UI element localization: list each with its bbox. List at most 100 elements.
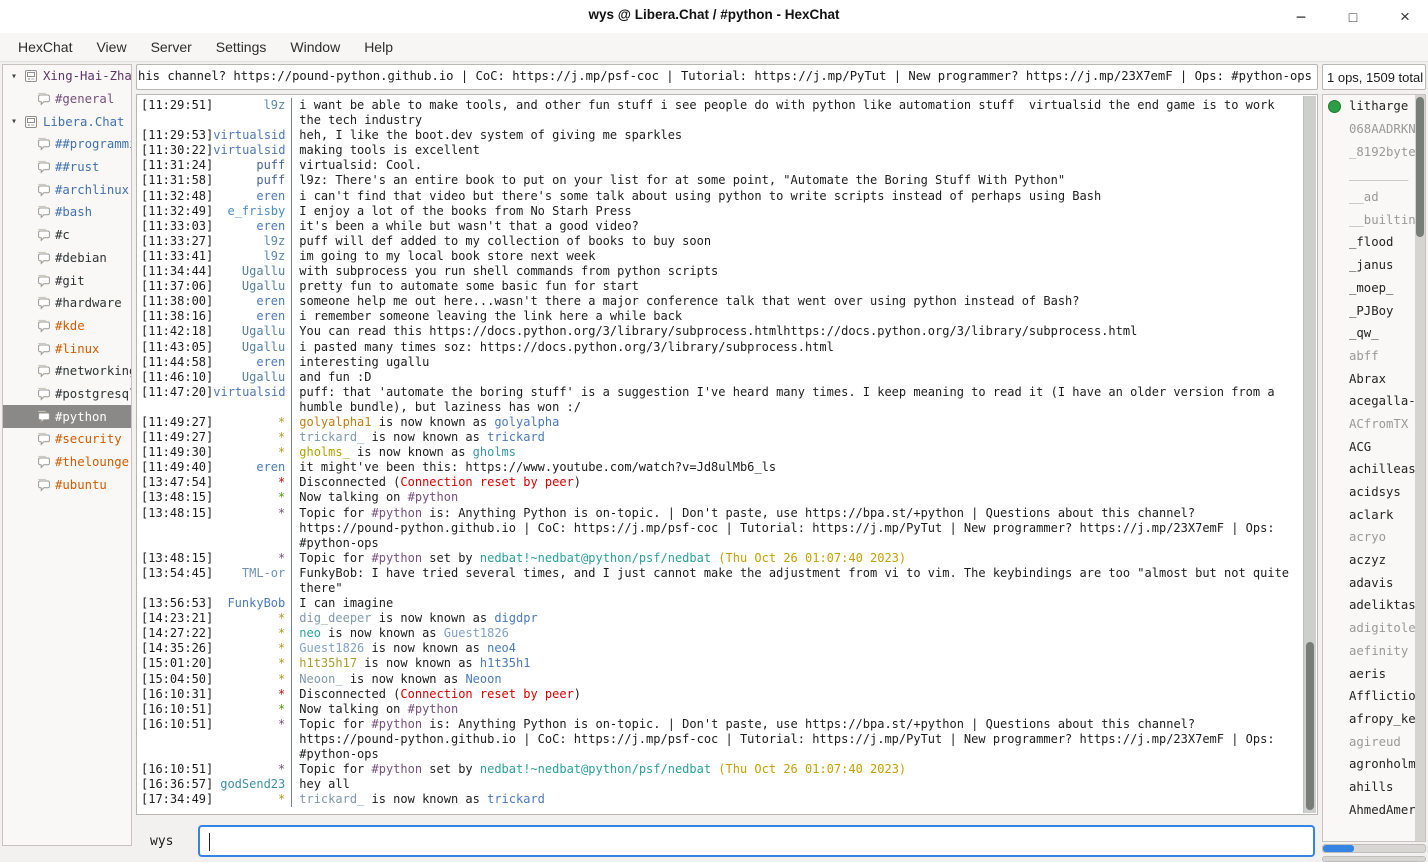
userlist-item[interactable]: aclark: [1323, 503, 1425, 526]
message-nick: *: [213, 430, 291, 445]
sidebar-item-rust[interactable]: ##rust: [3, 156, 131, 179]
titlebar[interactable]: wys @ Libera.Chat / #python - HexChat − …: [0, 0, 1428, 33]
sidebar-item-programming[interactable]: ##programming: [3, 133, 131, 156]
topic-bar[interactable]: about this channel? https://pound-python…: [136, 64, 1318, 90]
message-segment: neo4: [487, 641, 516, 655]
sidebar-item-general[interactable]: #general: [3, 88, 131, 111]
userlist-item[interactable]: abff: [1323, 345, 1425, 368]
menu-settings[interactable]: Settings: [204, 35, 279, 59]
tree-channel-label: #general: [52, 92, 114, 106]
user-list[interactable]: litharge068AADRKN_8192byte__________ad__…: [1322, 94, 1426, 842]
userlist-item[interactable]: ACfromTX: [1323, 413, 1425, 436]
menu-view[interactable]: View: [84, 35, 138, 59]
chat-message-row: [14:35:26]*Guest1826 is now known as neo…: [141, 641, 1299, 656]
userlist-scrollbar-handle[interactable]: [1416, 97, 1424, 237]
maximize-icon[interactable]: □: [1340, 4, 1366, 30]
message-segment: nedbat!~nedbat@python/psf/nedbat: [480, 762, 711, 776]
userlist-item[interactable]: achilleas: [1323, 458, 1425, 481]
sidebar-item-networking[interactable]: #networking: [3, 360, 131, 383]
chat-message-row: [11:37:06]Ugallupretty fun to automate s…: [141, 279, 1299, 294]
userlist-item[interactable]: adigitole: [1323, 617, 1425, 640]
menu-window[interactable]: Window: [278, 35, 352, 59]
userlist-item[interactable]: Affliction: [1323, 685, 1425, 708]
message-segment: #python: [372, 506, 423, 520]
userlist-item[interactable]: ahills: [1323, 776, 1425, 799]
sidebar-item-archlinux[interactable]: #archlinux: [3, 178, 131, 201]
sidebar-item-bash[interactable]: #bash: [3, 201, 131, 224]
message-text: l9z: There's an entire book to put on yo…: [291, 173, 1299, 188]
message-segment: Neoon_: [299, 672, 342, 686]
minimize-icon[interactable]: −: [1288, 4, 1314, 30]
sidebar-item-ubuntu[interactable]: #ubuntu: [3, 473, 131, 496]
sidebar-item-hardware[interactable]: #hardware: [3, 292, 131, 315]
chat-message-row: [11:49:30]*gholms_ is now known as gholm…: [141, 445, 1299, 460]
userlist-item[interactable]: _qw_: [1323, 322, 1425, 345]
chat-message-row: [15:01:20]*h1t35h17 is now known as h1t3…: [141, 656, 1299, 671]
userlist-item[interactable]: _8192byte: [1323, 140, 1425, 163]
userlist-item[interactable]: agronholm: [1323, 753, 1425, 776]
message-segment: h1t35h17: [299, 656, 357, 670]
userlist-item[interactable]: 068AADRKN: [1323, 118, 1425, 141]
sidebar-item-linux[interactable]: #linux: [3, 337, 131, 360]
userlist-item[interactable]: Abrax: [1323, 367, 1425, 390]
sidebar-item-python[interactable]: #python: [3, 405, 131, 428]
tree-network-xing-hai-zhan[interactable]: ▾Xing-Hai-Zhan: [3, 65, 131, 88]
user-rows: litharge068AADRKN_8192byte__________ad__…: [1323, 95, 1425, 821]
userlist-item[interactable]: aeris: [1323, 662, 1425, 685]
close-icon[interactable]: ×: [1392, 4, 1418, 30]
menu-server[interactable]: Server: [139, 35, 204, 59]
chat-message-row: [13:48:15]*Now talking on #python: [141, 490, 1299, 505]
message-timestamp: [13:54:45]: [141, 566, 213, 596]
message-input[interactable]: [198, 825, 1315, 857]
message-segment: #python: [408, 702, 459, 716]
tree-expander-icon[interactable]: ▾: [6, 71, 22, 82]
server-tree[interactable]: ▾Xing-Hai-Zhan #general ▾Libera.Chat##prog…: [2, 64, 132, 846]
userlist-scrollbar[interactable]: [1415, 95, 1425, 841]
sidebar-item-c[interactable]: #c: [3, 224, 131, 247]
menu-help[interactable]: Help: [352, 35, 405, 59]
sidebar-item-security[interactable]: #security: [3, 428, 131, 451]
message-segment: is now known as: [350, 445, 473, 459]
userlist-item[interactable]: agireud: [1323, 730, 1425, 753]
userlist-item[interactable]: __ad: [1323, 186, 1425, 209]
message-segment: is now known as: [372, 611, 495, 625]
userlist-item[interactable]: aefinity: [1323, 640, 1425, 663]
userlist-item[interactable]: ACG: [1323, 435, 1425, 458]
userlist-item[interactable]: acryo: [1323, 526, 1425, 549]
message-nick: l9z: [213, 249, 291, 264]
userlist-item[interactable]: adavis: [1323, 571, 1425, 594]
userlist-item[interactable]: acidsys: [1323, 481, 1425, 504]
message-nick: Ugallu: [213, 279, 291, 294]
message-timestamp: [11:33:03]: [141, 219, 213, 234]
sidebar-item-postgresql[interactable]: #postgresql: [3, 383, 131, 406]
userlist-item[interactable]: adeliktas: [1323, 594, 1425, 617]
chat-area[interactable]: [11:29:51]l9zi want be able to make tool…: [136, 94, 1318, 815]
userlist-item[interactable]: litharge: [1323, 95, 1425, 118]
userlist-item[interactable]: aczyz: [1323, 549, 1425, 572]
sidebar-item-debian[interactable]: #debian: [3, 247, 131, 270]
message-text: i can't find that video but there's some…: [291, 189, 1299, 204]
message-timestamp: [11:47:20]: [141, 385, 213, 415]
userlist-item[interactable]: afropy_ke: [1323, 708, 1425, 731]
chat-message-row: [11:38:16]ereni remember someone leaving…: [141, 309, 1299, 324]
sidebar-item-thelounge[interactable]: #thelounge: [3, 451, 131, 474]
menu-hexchat[interactable]: HexChat: [6, 35, 84, 59]
sidebar-item-kde[interactable]: #kde: [3, 315, 131, 338]
userlist-item[interactable]: __builtin: [1323, 208, 1425, 231]
userlist-item[interactable]: _moep_: [1323, 277, 1425, 300]
userlist-item[interactable]: ________: [1323, 163, 1425, 186]
tree-network-libera.chat[interactable]: ▾Libera.Chat: [3, 110, 131, 133]
user-nick: acryo: [1349, 530, 1386, 544]
userlist-item[interactable]: _janus: [1323, 254, 1425, 277]
message-nick: l9z: [213, 234, 291, 249]
userlist-item[interactable]: acegalla-: [1323, 390, 1425, 413]
chat-scrollbar-handle[interactable]: [1306, 642, 1314, 810]
userlist-item[interactable]: AhmedAmer: [1323, 798, 1425, 821]
chat-scrollbar[interactable]: [1303, 96, 1316, 813]
message-text: h1t35h17 is now known as h1t35h1: [291, 656, 1299, 671]
userlist-item[interactable]: _PJBoy: [1323, 299, 1425, 322]
message-segment: interesting ugallu: [299, 355, 429, 369]
userlist-item[interactable]: _flood: [1323, 231, 1425, 254]
tree-expander-icon[interactable]: ▾: [6, 116, 22, 127]
sidebar-item-git[interactable]: #git: [3, 269, 131, 292]
